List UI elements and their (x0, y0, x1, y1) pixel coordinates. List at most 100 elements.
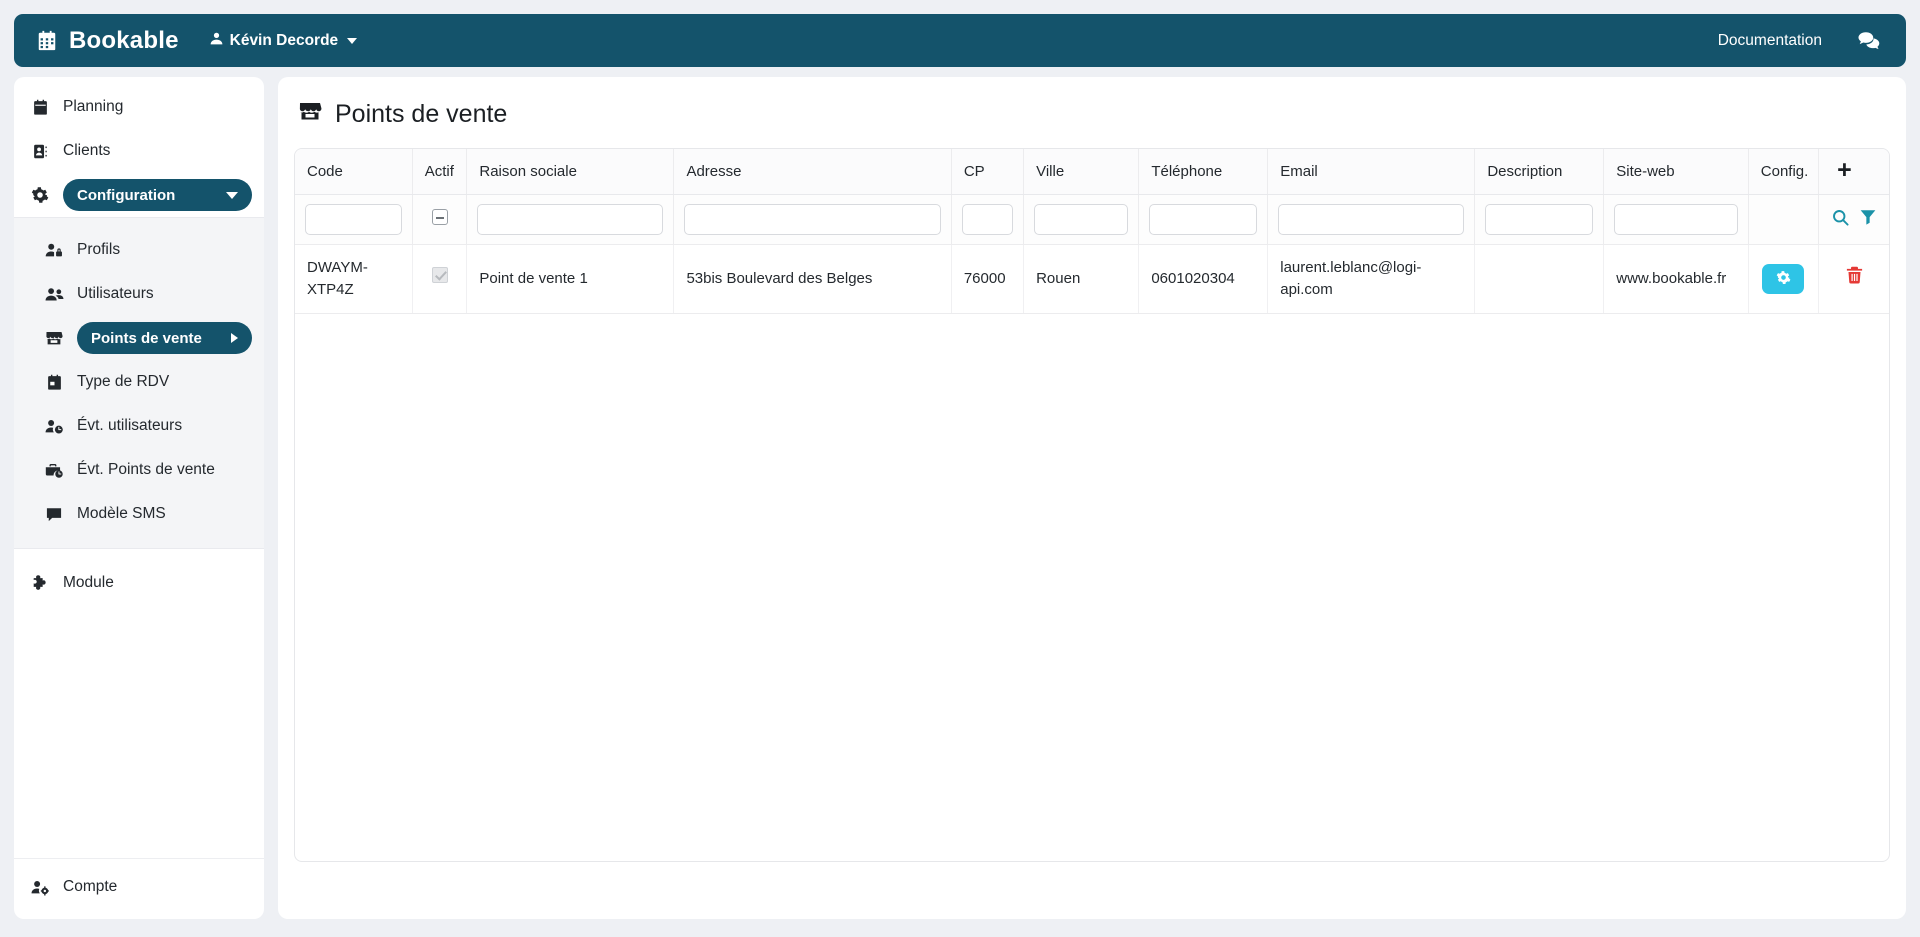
sidebar-item-utilisateurs[interactable]: Utilisateurs (14, 272, 264, 316)
column-header-site-web[interactable]: Site-web (1603, 149, 1749, 195)
sidebar-item-evt-utilisateurs[interactable]: Évt. utilisateurs (14, 404, 264, 448)
row-delete-button[interactable] (1845, 265, 1864, 288)
sidebar-item-label: Profils (77, 241, 121, 258)
table-filter-body (295, 194, 1889, 245)
column-header-config[interactable]: Config. (1748, 149, 1820, 195)
top-navbar: Bookable Kévin Decorde Documentation (14, 14, 1906, 67)
sidebar-item-label: Points de vente (91, 329, 202, 347)
brand[interactable]: Bookable (36, 27, 179, 55)
column-header-raison-sociale[interactable]: Raison sociale (466, 149, 675, 195)
sidebar-item-planning[interactable]: Planning (14, 85, 264, 129)
users-icon (44, 286, 64, 303)
gear-icon (30, 186, 50, 204)
filter-input-cp[interactable] (961, 204, 1014, 235)
sidebar-item-points-de-vente[interactable]: Points de vente (14, 316, 264, 360)
filter-cell-cp (951, 194, 1025, 245)
user-gear-icon (30, 879, 50, 896)
column-header-cp[interactable]: CP (951, 149, 1025, 195)
column-header-code[interactable]: Code (295, 149, 413, 195)
filter-cell-adresse (673, 194, 952, 245)
filter-input-code[interactable] (305, 204, 402, 235)
column-header-telephone[interactable]: Téléphone (1138, 149, 1269, 195)
briefcase-clock-icon (44, 462, 64, 479)
filter-cell-description (1474, 194, 1605, 245)
search-icon[interactable] (1831, 208, 1850, 227)
table-row[interactable]: DWAYM-XTP4Z Point de vente 1 53bis Boule… (295, 244, 1889, 314)
cell-site-web: www.bookable.fr (1603, 244, 1749, 314)
user-icon (209, 31, 224, 51)
filter-input-raison-sociale[interactable] (477, 204, 664, 235)
filter-cell-email (1267, 194, 1476, 245)
chat-bubbles-icon[interactable] (1858, 31, 1880, 50)
trash-icon (1845, 265, 1864, 288)
sidebar-configuration-pill[interactable]: Configuration (63, 179, 252, 211)
puzzle-piece-icon (30, 574, 50, 592)
calendar-icon (36, 30, 58, 52)
cell-delete (1818, 244, 1889, 314)
main-content: Points de vente Code Actif Raison social… (278, 77, 1906, 919)
user-clock-icon (44, 418, 64, 435)
filter-input-description[interactable] (1485, 204, 1594, 235)
sidebar-item-type-de-rdv[interactable]: Type de RDV (14, 360, 264, 404)
filter-row (295, 194, 1889, 245)
filter-input-email[interactable] (1278, 204, 1465, 235)
sidebar-points-de-vente-pill[interactable]: Points de vente (77, 322, 252, 354)
sidebar-item-label: Module (63, 574, 114, 591)
filter-actions-cell (1818, 194, 1889, 245)
comment-icon (44, 506, 64, 523)
cell-cp: 76000 (951, 244, 1025, 314)
cell-code: DWAYM-XTP4Z (295, 244, 413, 314)
cell-email: laurent.leblanc@logi-api.com (1267, 244, 1476, 314)
column-header-email[interactable]: Email (1267, 149, 1476, 195)
user-menu[interactable]: Kévin Decorde (209, 31, 358, 51)
calendar-day-icon (44, 374, 64, 391)
sidebar-item-label: Modèle SMS (77, 505, 166, 522)
store-icon (44, 329, 64, 347)
store-icon (298, 99, 322, 130)
cell-actif (412, 244, 468, 314)
filter-input-site-web[interactable] (1614, 204, 1738, 235)
filter-cell-config (1748, 194, 1820, 245)
sidebar-item-configuration[interactable]: Configuration (14, 173, 264, 217)
cell-description (1474, 244, 1605, 314)
add-row-button[interactable]: + (1818, 149, 1889, 195)
documentation-link[interactable]: Documentation (1718, 32, 1822, 50)
column-header-ville[interactable]: Ville (1023, 149, 1140, 195)
sidebar-item-label: Évt. utilisateurs (77, 417, 183, 434)
user-name-label: Kévin Decorde (229, 31, 339, 49)
filter-cell-code (295, 194, 413, 245)
sidebar-submenu-configuration: Profils Utilisateurs Points de vente Typ… (14, 217, 264, 549)
column-header-adresse[interactable]: Adresse (673, 149, 952, 195)
filter-checkbox-actif[interactable] (431, 209, 448, 225)
points-de-vente-table-card: Code Actif Raison sociale Adresse CP Vil… (294, 148, 1890, 862)
page-title: Points de vente (294, 99, 1890, 130)
sidebar-item-evt-points-de-vente[interactable]: Évt. Points de vente (14, 448, 264, 492)
sidebar-module-group: Module (14, 549, 264, 605)
sidebar-item-clients[interactable]: Clients (14, 129, 264, 173)
plus-icon: + (1837, 156, 1852, 184)
sidebar-item-modele-sms[interactable]: Modèle SMS (14, 492, 264, 536)
filter-input-telephone[interactable] (1149, 204, 1258, 235)
calendar-icon (30, 99, 50, 116)
filter-cell-site-web (1603, 194, 1749, 245)
brand-label: Bookable (69, 26, 179, 54)
filter-cell-ville (1023, 194, 1140, 245)
filter-input-adresse[interactable] (684, 204, 941, 235)
sidebar-item-label: Configuration (77, 186, 176, 204)
column-header-actif[interactable]: Actif (412, 149, 468, 195)
sidebar-item-module[interactable]: Module (14, 561, 264, 605)
filter-input-ville[interactable] (1034, 204, 1129, 235)
filter-cell-raison-sociale (466, 194, 675, 245)
funnel-icon[interactable] (1859, 208, 1877, 226)
contact-card-icon (30, 143, 50, 160)
row-config-button[interactable] (1762, 263, 1805, 294)
caret-down-icon (347, 37, 358, 44)
sidebar-item-label: Clients (63, 142, 111, 159)
sidebar-item-compte[interactable]: Compte (14, 865, 264, 909)
sidebar-top-group: Planning Clients Configuration (14, 85, 264, 217)
gear-icon (1776, 270, 1791, 288)
sidebar-bottom-group: Compte (14, 858, 264, 919)
column-header-description[interactable]: Description (1474, 149, 1605, 195)
sidebar-item-profils[interactable]: Profils (14, 228, 264, 272)
